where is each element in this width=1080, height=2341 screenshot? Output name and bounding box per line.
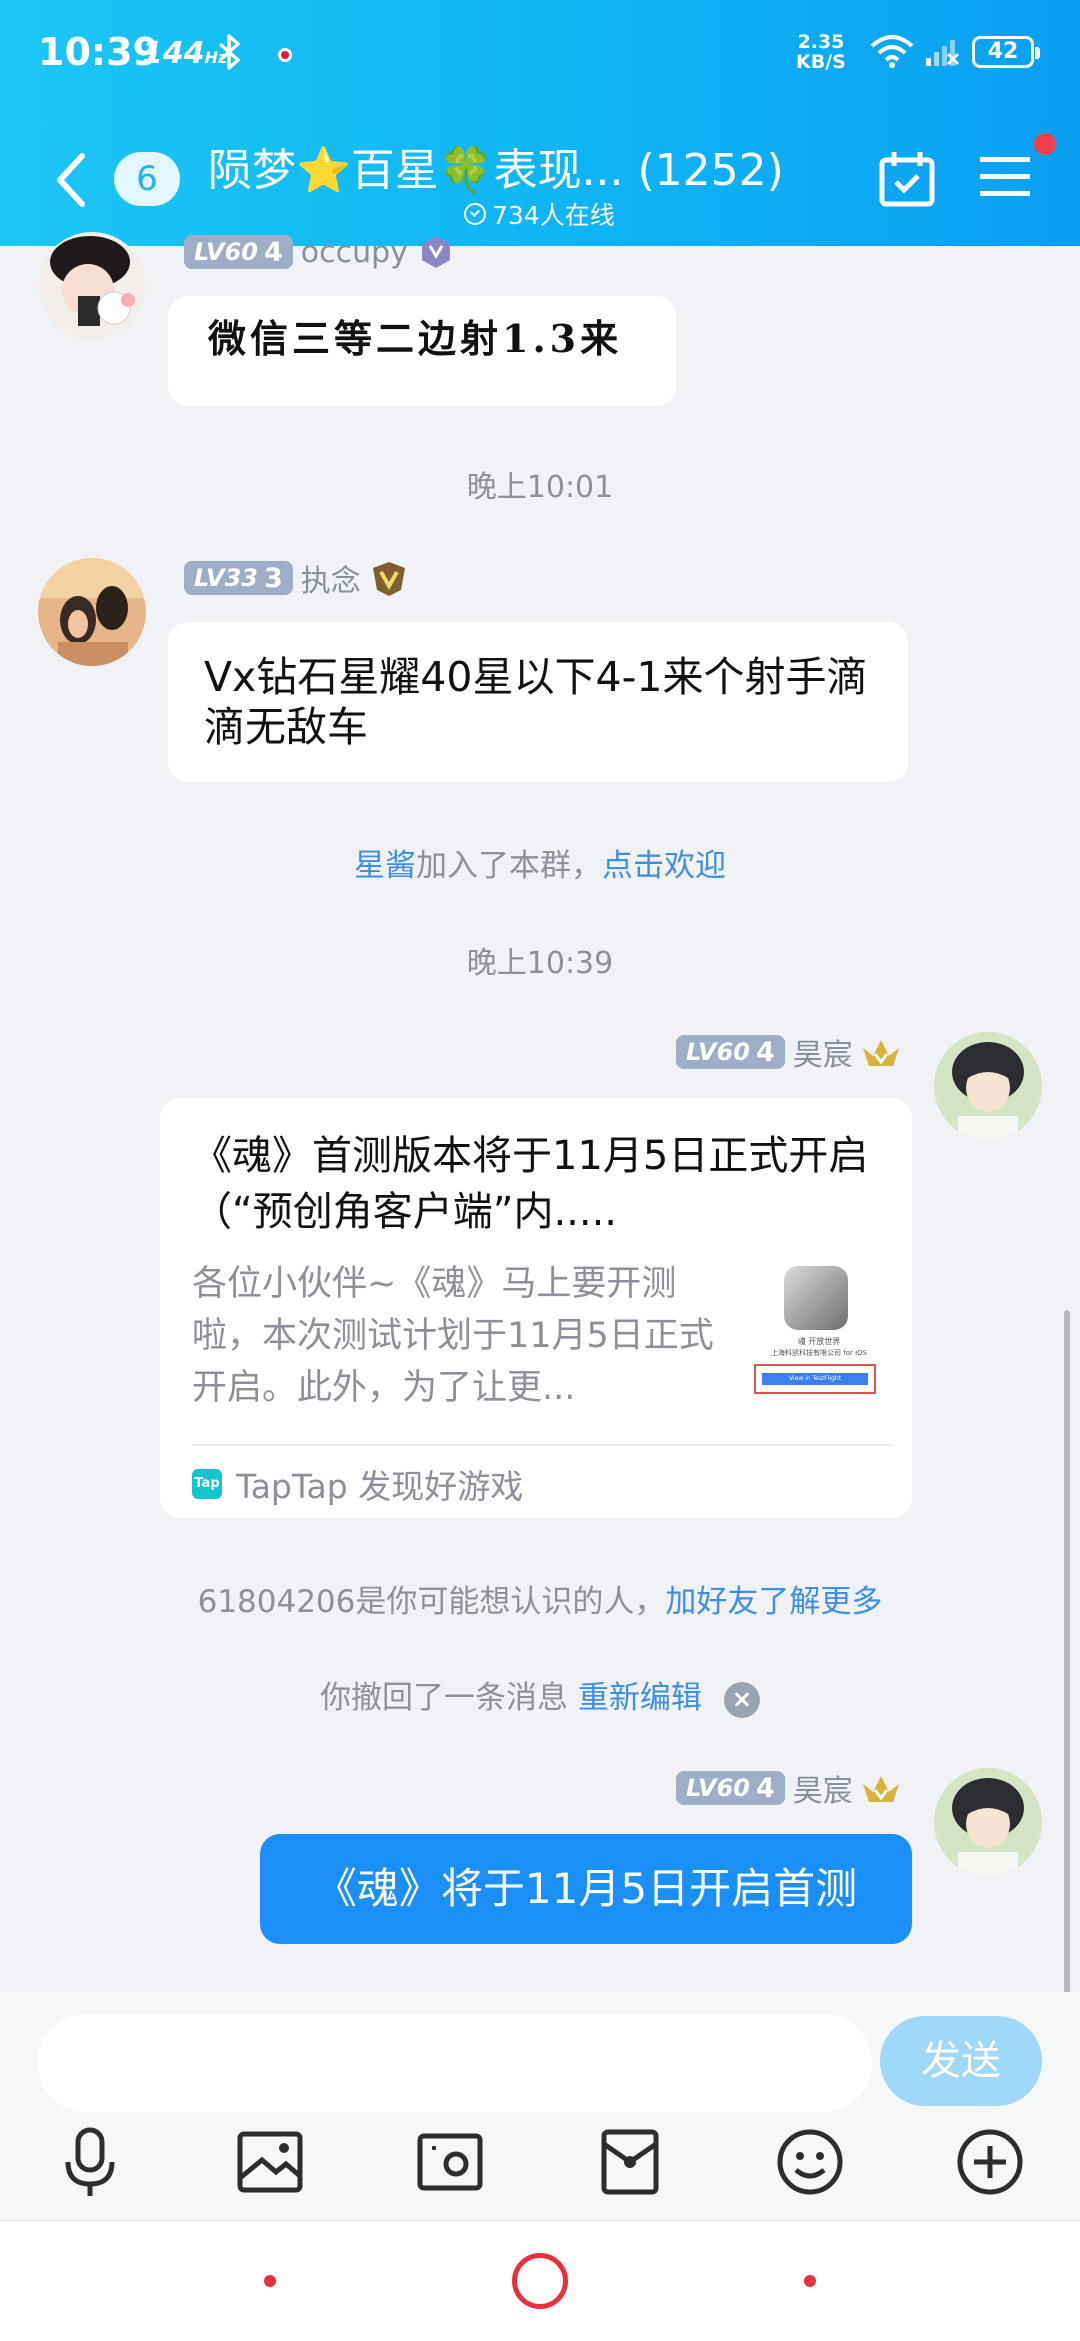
online-check-icon [464, 203, 486, 225]
bluetooth-icon [218, 34, 240, 70]
add-friend-link[interactable]: 加好友了解更多 [665, 1584, 882, 1620]
close-icon[interactable] [723, 1681, 760, 1718]
message-bubble[interactable]: 微信三等二边射1.3来 [168, 296, 676, 406]
scrollbar[interactable] [1064, 1310, 1070, 1994]
level-badge: LV60 4 [676, 1035, 785, 1069]
battery-indicator: 42 [972, 36, 1040, 68]
card-thumbnail: 魂 开放世界 上海科凯科技有限公司 for iOS View in TestFl… [746, 1266, 892, 1414]
nav-home-button[interactable] [512, 2253, 568, 2309]
link-card[interactable]: 《魂》首测版本将于11月5日正式开启（“预创角客户端”内..... 各位小伙伴~… [160, 1098, 912, 1518]
message-text: Vx钻石星耀40星以下4-1来个射手滴滴无敌车 [204, 653, 868, 751]
chat-header: 10:39 144Hz 2.35 KB/S 42 6 陨梦⭐百星🍀表现... (1… [0, 0, 1080, 246]
menu-icon[interactable] [978, 154, 1032, 200]
retract-notice: 你撤回了一条消息 重新编辑 [0, 1672, 1080, 1718]
network-speed: 2.35 KB/S [796, 31, 846, 73]
level-badge: LV33 3 [184, 561, 293, 595]
avatar[interactable] [38, 232, 146, 340]
rank-badge-icon [862, 1776, 899, 1802]
taptap-logo-icon: Tap [192, 1469, 222, 1499]
signal-icon [926, 40, 960, 66]
thumbnail-caption: 魂 开放世界 [797, 1337, 841, 1346]
rank-badge-icon [372, 562, 405, 596]
online-count-label: 734人在线 [492, 201, 615, 230]
sender-meta: LV60 4 occupy [184, 232, 456, 272]
status-bar: 10:39 144Hz 2.35 KB/S 42 [0, 0, 1080, 100]
timestamp: 晚上10:39 [466, 946, 614, 981]
emoji-icon[interactable] [770, 2122, 850, 2202]
sender-nickname[interactable]: 昊宸 [793, 1766, 853, 1810]
join-notice: 星酱加入了本群，点击欢迎 [354, 848, 726, 884]
refresh-rate: 144Hz [142, 36, 228, 71]
notification-dot [1034, 133, 1056, 155]
sender-nickname[interactable]: occupy [301, 235, 408, 270]
unread-count-badge[interactable]: 6 [114, 152, 180, 206]
status-time: 10:39 [38, 30, 159, 74]
avatar[interactable] [934, 1032, 1042, 1140]
sender-meta: LV33 3 执念 [184, 556, 409, 600]
rank-badge-icon [862, 1040, 899, 1066]
group-title[interactable]: 陨梦⭐百星🍀表现... (1252) [208, 134, 784, 198]
card-description: 各位小伙伴~《魂》马上要开测啦，本次测试计划于11月5日正式开启。此外，为了让更… [192, 1264, 714, 1408]
rank-badge-icon [421, 236, 450, 268]
sender-nickname[interactable]: 执念 [301, 556, 361, 600]
level-badge: LV60 4 [676, 1771, 785, 1805]
message-bubble[interactable]: 《魂》将于11月5日开启首测 [260, 1834, 912, 1944]
message-input[interactable] [38, 2014, 872, 2112]
recording-icon [278, 48, 292, 62]
card-source: Tap TapTap 发现好游戏 [192, 1460, 523, 1508]
red-packet-icon[interactable] [590, 2122, 670, 2202]
thumbnail-company: 上海科凯科技有限公司 for iOS [771, 1349, 867, 1357]
level-badge: LV60 4 [184, 235, 293, 269]
message-text: 微信三等二边射1.3来 [208, 316, 623, 361]
send-button[interactable]: 发送 [880, 2016, 1042, 2106]
nav-back-button[interactable] [264, 2275, 276, 2287]
avatar[interactable] [934, 1768, 1042, 1876]
microphone-icon[interactable] [50, 2122, 130, 2202]
system-nav-bar [0, 2220, 1080, 2341]
message-bubble[interactable]: Vx钻石星耀40星以下4-1来个射手滴滴无敌车 [168, 622, 908, 782]
app-icon [784, 1266, 848, 1330]
card-title: 《魂》首测版本将于11月5日正式开启（“预创角客户端”内..... [192, 1133, 869, 1235]
sender-nickname[interactable]: 昊宸 [793, 1030, 853, 1074]
back-button[interactable] [50, 150, 90, 210]
timestamp: 晚上10:01 [466, 470, 614, 505]
card-divider [192, 1444, 894, 1446]
sender-meta: LV60 4 昊宸 [676, 1030, 901, 1074]
sender-meta: LV60 4 昊宸 [676, 1766, 901, 1810]
nav-recents-button[interactable] [804, 2275, 816, 2287]
friend-suggestion: 61804206是你可能想认识的人，加好友了解更多 [197, 1584, 883, 1620]
re-edit-link[interactable]: 重新编辑 [578, 1680, 702, 1716]
card-source-label: TapTap 发现好游戏 [236, 1467, 524, 1506]
message-text: 《魂》将于11月5日开启首测 [314, 1864, 858, 1913]
camera-icon[interactable] [410, 2122, 490, 2202]
joined-user-link[interactable]: 星酱 [354, 848, 416, 884]
thumbnail-button: View in TestFlight [754, 1364, 876, 1394]
wifi-icon [870, 35, 914, 68]
avatar[interactable] [38, 558, 146, 666]
welcome-link[interactable]: 点击欢迎 [602, 848, 726, 884]
online-count[interactable]: 734人在线 [464, 196, 615, 232]
image-icon[interactable] [230, 2122, 310, 2202]
calendar-icon[interactable] [878, 150, 936, 208]
input-area: 发送 [0, 1992, 1080, 2220]
plus-icon[interactable] [950, 2122, 1030, 2202]
